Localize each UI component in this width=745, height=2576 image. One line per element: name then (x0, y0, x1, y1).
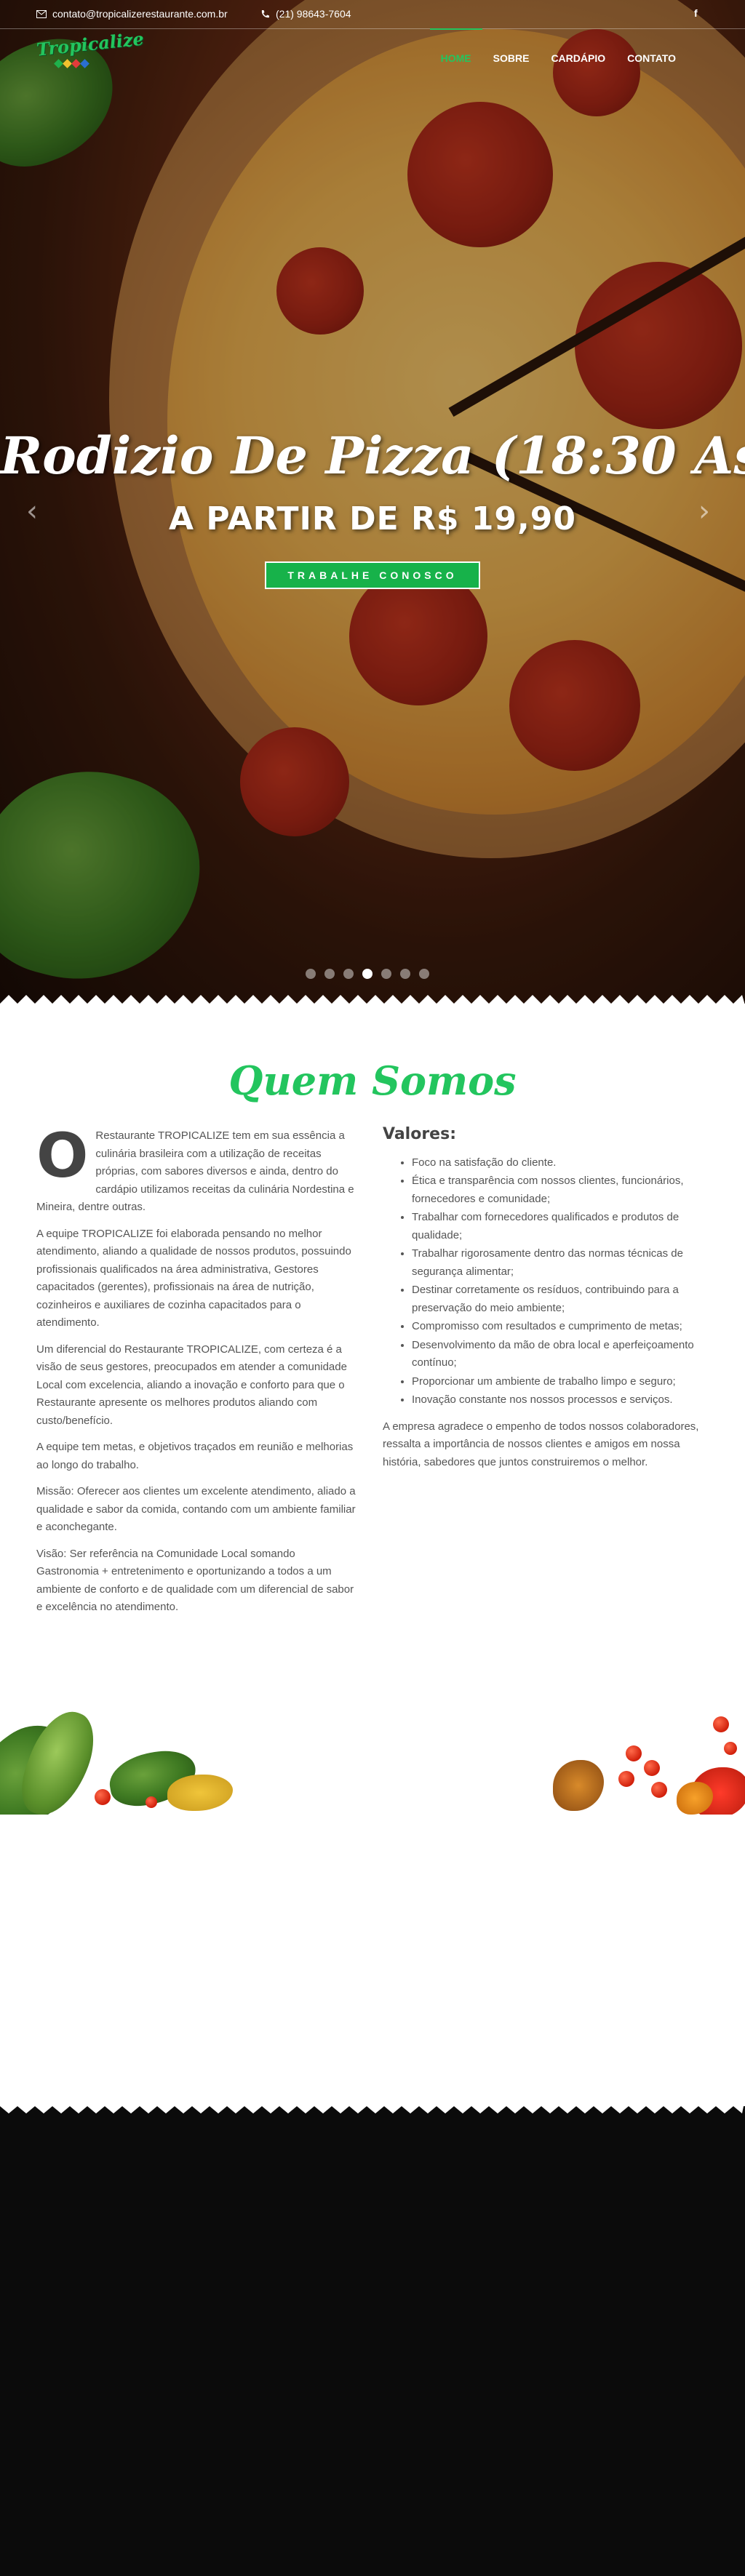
about-paragraph: Um diferencial do Restaurante TROPICALIZ… (36, 1343, 347, 1427)
nav-contato[interactable]: CONTATO (616, 44, 687, 73)
slide-title: Rodizio De Pizza (18:30 As 23:00) (0, 425, 745, 486)
site-logo[interactable]: Tropicalize (36, 28, 145, 76)
facebook-icon[interactable]: f (694, 7, 698, 19)
phone-icon (261, 9, 269, 17)
slider-dot-active[interactable] (362, 969, 372, 979)
slider-dot[interactable] (306, 969, 316, 979)
list-item: Inovação constante nos nossos processos … (412, 1391, 710, 1409)
about-intro: O Restaurante TROPICALIZE tem em sua ess… (36, 1120, 360, 1217)
contact-email[interactable]: contato@tropicalizerestaurante.com.br (36, 8, 228, 20)
slider-dot[interactable] (419, 969, 429, 979)
prev-arrow-icon[interactable]: ‹ (26, 495, 38, 528)
vision-paragraph: Visão: Ser referência na Comunidade Loca… (36, 1547, 354, 1614)
next-arrow-icon[interactable]: › (698, 495, 710, 528)
contact-phone[interactable]: (21) 98643-7604 (260, 8, 351, 20)
slide-subtitle: A PARTIR DE R$ 19,90 (168, 500, 576, 537)
logo-text: Tropicalize (35, 28, 145, 60)
vegetables-left-image (0, 1702, 240, 1815)
phone-text: (21) 98643-7604 (276, 8, 351, 20)
list-item: Desenvolvimento da mão de obra local e a… (412, 1337, 710, 1372)
slider-dot[interactable] (400, 969, 410, 979)
about-text-column: O Restaurante TROPICALIZE tem em sua ess… (36, 1120, 360, 1625)
list-item: Trabalhar rigorosamente dentro das norma… (412, 1245, 710, 1281)
top-contact-bar: contato@tropicalizerestaurante.com.br (2… (0, 0, 745, 29)
mission-paragraph: Missão: Oferecer aos clientes um excelen… (36, 1485, 356, 1533)
values-list: Foco na satisfação do cliente. Ética e t… (412, 1154, 710, 1409)
list-item: Destinar corretamente os resíduos, contr… (412, 1281, 710, 1317)
values-column: Valores: Foco na satisfação do cliente. … (383, 1125, 710, 1471)
list-item: Trabalhar com fornecedores qualificados … (412, 1209, 710, 1244)
main-nav: HOME SOBRE CARDÁPIO CONTATO (429, 28, 687, 73)
about-paragraph: A equipe TROPICALIZE foi elaborada pensa… (36, 1227, 351, 1329)
logo-diamonds (54, 59, 116, 68)
dark-section (0, 2099, 745, 2576)
about-paragraph: A equipe tem metas, e objetivos traçados… (36, 1441, 354, 1471)
list-item: Compromisso com resultados e cumprimento… (412, 1318, 710, 1336)
dropcap: O (36, 1120, 89, 1191)
nav-home[interactable]: HOME (429, 28, 482, 73)
hero-zigzag-edge (0, 995, 745, 1004)
dark-zigzag-edge (0, 2099, 745, 2113)
vegetables-right-image (524, 1702, 745, 1815)
slider-dot[interactable] (381, 969, 391, 979)
slider-dot[interactable] (324, 969, 335, 979)
values-title: Valores: (383, 1125, 456, 1143)
slider-dots (306, 969, 429, 979)
values-closing: A empresa agradece o empenho de todos no… (383, 1420, 699, 1468)
about-title: Quem Somos (228, 1057, 517, 1104)
email-text: contato@tropicalizerestaurante.com.br (52, 8, 228, 20)
slider-dot[interactable] (343, 969, 354, 979)
nav-cardapio[interactable]: CARDÁPIO (540, 44, 616, 73)
envelope-icon (36, 9, 47, 18)
hero-slider: contato@tropicalizerestaurante.com.br (2… (0, 0, 745, 1004)
list-item: Ética e transparência com nossos cliente… (412, 1172, 710, 1208)
list-item: Foco na satisfação do cliente. (412, 1154, 710, 1172)
nav-sobre[interactable]: SOBRE (482, 44, 541, 73)
trabalhe-conosco-button[interactable]: TRABALHE CONOSCO (265, 561, 480, 589)
list-item: Proporcionar um ambiente de trabalho lim… (412, 1373, 710, 1391)
